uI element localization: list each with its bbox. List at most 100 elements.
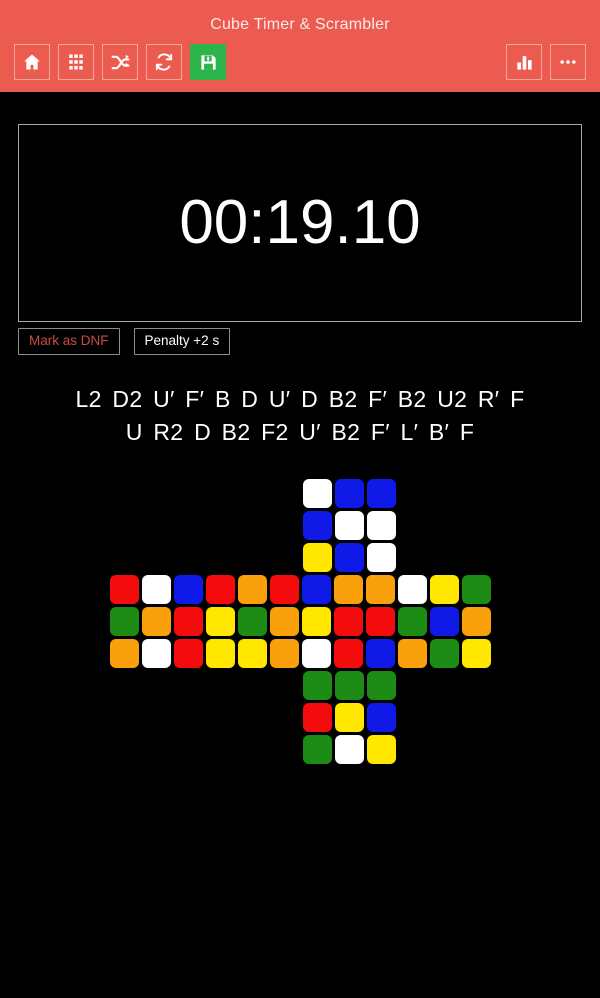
cube-sticker-back-1-3 (461, 574, 491, 604)
cube-net-top-row (203, 477, 398, 573)
cube-sticker-front-1-1 (205, 574, 235, 604)
cube-sticker-back-3-3 (461, 638, 491, 668)
cube-face-row (302, 669, 398, 701)
cube-face-row (108, 605, 204, 637)
scramble-text[interactable]: L2 D2 U′ F′ B D U′ D B2 F′ B2 U2 R′ F U … (0, 355, 600, 449)
home-button[interactable] (14, 44, 50, 80)
cube-face-row (108, 637, 204, 669)
cube-sticker-front-3-3 (269, 638, 299, 668)
cube-sticker-right-1-1 (301, 574, 331, 604)
cube-face-row (302, 701, 398, 733)
cube-face-row (302, 541, 398, 573)
cube-sticker-down-3-1 (303, 734, 332, 764)
cube-sticker-front-3-2 (237, 638, 267, 668)
cube-sticker-right-1-2 (333, 574, 363, 604)
cube-sticker-left-3-1 (109, 638, 139, 668)
cube-face-row (396, 573, 492, 605)
statistics-button[interactable] (506, 44, 542, 80)
cube-sticker-left-2-2 (141, 606, 171, 636)
cube-sticker-up-1-1 (303, 478, 332, 508)
timer-display[interactable]: 00:19.10 (18, 124, 582, 322)
home-icon (22, 52, 42, 72)
cube-sticker-down-2-2 (335, 702, 364, 732)
timer-section: 00:19.10 (0, 92, 600, 322)
cube-sticker-front-2-1 (205, 606, 235, 636)
toolbar-right-group (506, 44, 586, 80)
cube-sticker-back-2-3 (461, 606, 491, 636)
cube-sticker-back-3-1 (397, 638, 427, 668)
cube-sticker-left-1-2 (141, 574, 171, 604)
cube-sticker-down-1-3 (367, 670, 396, 700)
cube-sticker-right-2-1 (301, 606, 331, 636)
cube-face-right (300, 573, 396, 669)
cube-sticker-left-1-3 (173, 574, 203, 604)
grid-icon (67, 53, 85, 71)
cube-face-row (204, 637, 300, 669)
cube-sticker-right-2-3 (365, 606, 395, 636)
cube-face-row (300, 605, 396, 637)
cube-sticker-up-3-2 (335, 542, 364, 572)
cube-net-bottom-row (203, 669, 398, 765)
cube-sticker-up-3-1 (303, 542, 332, 572)
cube-sticker-back-2-1 (397, 606, 427, 636)
penalty-plus-two-button[interactable]: Penalty +2 s (133, 328, 231, 355)
cube-sticker-left-2-3 (173, 606, 203, 636)
cube-sticker-up-2-2 (335, 510, 364, 540)
cube-sticker-front-1-3 (269, 574, 299, 604)
cube-sticker-up-1-2 (335, 478, 364, 508)
refresh-icon (154, 52, 174, 72)
cube-face-row (302, 509, 398, 541)
cube-sticker-down-2-1 (303, 702, 332, 732)
cube-sticker-back-2-2 (429, 606, 459, 636)
save-icon (199, 53, 218, 72)
scramble-line-2: U R2 D B2 F2 U′ B2 F′ L′ B′ F (125, 419, 475, 445)
cube-net (0, 477, 600, 765)
cube-face-row (300, 637, 396, 669)
bar-chart-icon (515, 53, 534, 72)
cube-sticker-right-3-3 (365, 638, 395, 668)
cube-face-row (396, 605, 492, 637)
cube-sticker-right-3-1 (301, 638, 331, 668)
cube-face-down (302, 669, 398, 765)
cube-sticker-left-3-2 (141, 638, 171, 668)
cube-face-row (204, 605, 300, 637)
cube-sticker-front-2-3 (269, 606, 299, 636)
grid-button[interactable] (58, 44, 94, 80)
cube-sticker-up-1-3 (367, 478, 396, 508)
cube-sticker-down-2-3 (367, 702, 396, 732)
cube-sticker-right-2-2 (333, 606, 363, 636)
cube-sticker-up-2-1 (303, 510, 332, 540)
cube-sticker-right-1-3 (365, 574, 395, 604)
cube-face-front (204, 573, 300, 669)
cube-face-back (396, 573, 492, 669)
page-title: Cube Timer & Scrambler (210, 16, 390, 33)
cube-face-left (108, 573, 204, 669)
save-button[interactable] (190, 44, 226, 80)
shuffle-icon (110, 52, 131, 73)
cube-face-row (204, 573, 300, 605)
cube-face-row (302, 733, 398, 765)
timer-value: 00:19.10 (179, 188, 421, 257)
cube-face-row (302, 477, 398, 509)
cube-sticker-front-3-1 (205, 638, 235, 668)
cube-sticker-front-2-2 (237, 606, 267, 636)
cube-sticker-back-1-1 (397, 574, 427, 604)
cube-net-middle-row (108, 573, 492, 669)
cube-sticker-down-1-1 (303, 670, 332, 700)
refresh-button[interactable] (146, 44, 182, 80)
cube-sticker-down-3-2 (335, 734, 364, 764)
cube-sticker-back-3-2 (429, 638, 459, 668)
more-options-button[interactable] (550, 44, 586, 80)
cube-face-row (108, 573, 204, 605)
cube-face-up (302, 477, 398, 573)
cube-sticker-down-3-3 (367, 734, 396, 764)
cube-sticker-up-2-3 (367, 510, 396, 540)
cube-face-row (300, 573, 396, 605)
cube-sticker-right-3-2 (333, 638, 363, 668)
toolbar-left-group (14, 44, 226, 80)
shuffle-button[interactable] (102, 44, 138, 80)
toolbar (0, 42, 600, 82)
cube-face-row (396, 637, 492, 669)
mark-as-dnf-button[interactable]: Mark as DNF (18, 328, 120, 355)
cube-sticker-left-1-1 (109, 574, 139, 604)
